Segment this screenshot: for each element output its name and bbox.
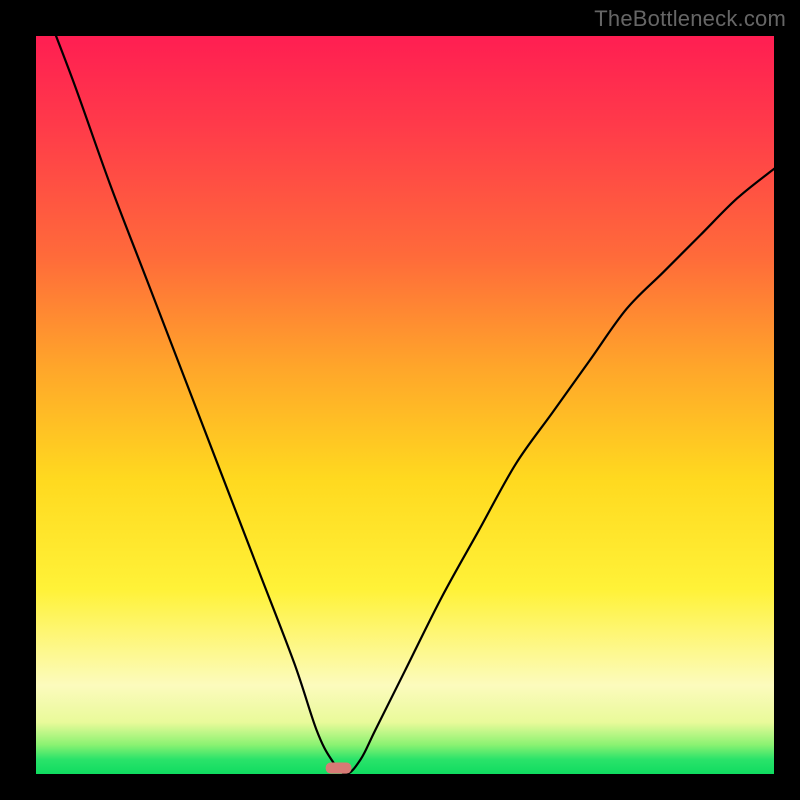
plot-area [36, 36, 774, 774]
watermark-text: TheBottleneck.com [594, 6, 786, 32]
curve-layer [36, 36, 774, 774]
bottleneck-curve [36, 36, 774, 774]
chart-frame: TheBottleneck.com [0, 0, 800, 800]
minimum-marker [326, 763, 352, 774]
